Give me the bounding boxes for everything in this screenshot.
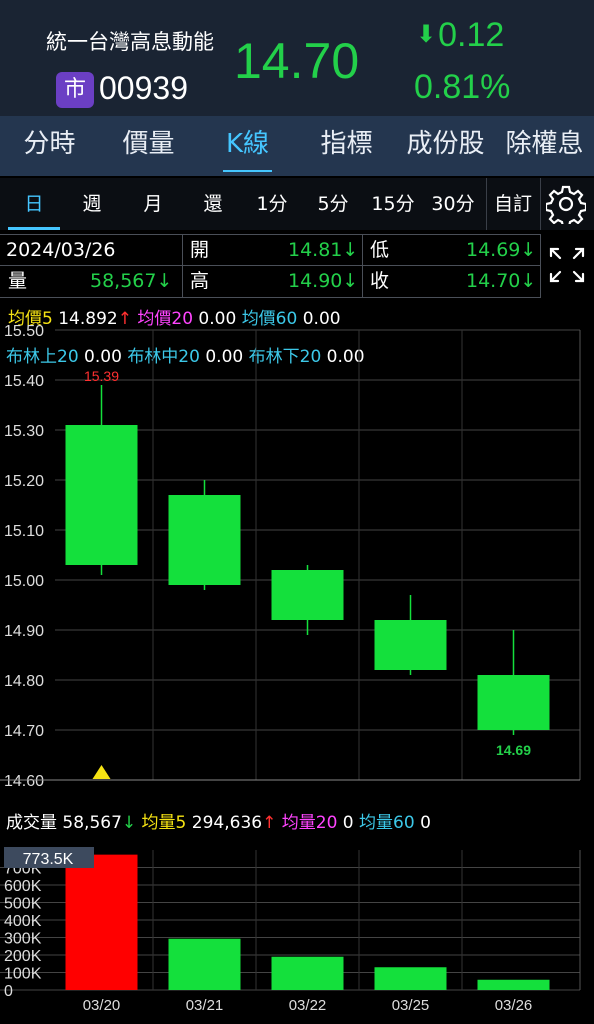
tab-kline[interactable]: K線 <box>198 116 297 176</box>
info-low-value: 14.69↓ <box>466 239 537 261</box>
candle-body <box>271 570 344 620</box>
vol-arrow: ↓ <box>121 813 137 833</box>
volume-bar <box>477 979 550 990</box>
y-tick-label: 0 <box>4 983 13 1000</box>
mv60-label: 均量60 <box>359 813 415 833</box>
volume-chart[interactable]: 700K600K500K400K300K200K100K003/20 03/21 0… <box>0 836 594 1024</box>
mv20-value: 0 <box>342 813 354 833</box>
expand-icon[interactable] <box>548 246 586 284</box>
divider <box>486 178 487 230</box>
tab-constituents[interactable]: 成份股 <box>396 116 495 176</box>
y-tick-label: 600K <box>4 878 42 895</box>
candle-body <box>65 425 138 565</box>
y-tick-label: 14.70 <box>4 723 44 740</box>
period-month[interactable]: 月 <box>127 178 179 230</box>
marker-triangle-icon <box>92 765 111 779</box>
period-1min[interactable]: 1分 <box>246 178 298 230</box>
info-volume-value: 58,567↓ <box>90 270 173 292</box>
divider <box>362 234 363 298</box>
mv60-value: 0 <box>420 813 431 833</box>
price-change: ⬇0.12 <box>416 16 504 55</box>
volume-bar <box>374 967 447 990</box>
stock-code: 00939 <box>99 70 188 106</box>
y-tick-label: 400K <box>4 913 42 930</box>
mv5-arrow: ↑ <box>262 813 277 833</box>
main-tabs: 分時 價量 K線 指標 成份股 除權息 <box>0 116 594 176</box>
min-price-label: 14.69 <box>496 742 531 758</box>
period-week[interactable]: 週 <box>66 178 118 230</box>
tab-indicators[interactable]: 指標 <box>297 116 396 176</box>
candlestick-chart[interactable]: 15.50 15.40 15.30 15.20 15.10 15.00 14.90 14.80… <box>0 300 594 790</box>
period-30min[interactable]: 30分 <box>426 178 480 230</box>
x-tick-label: 03/22 <box>289 997 327 1014</box>
info-close-label: 收 <box>370 270 390 292</box>
tab-dividends[interactable]: 除權息 <box>495 116 594 176</box>
y-tick-label: 300K <box>4 931 42 948</box>
period-adjusted[interactable]: 還 <box>187 178 239 230</box>
change-value: 0.12 <box>438 16 505 54</box>
period-15min[interactable]: 15分 <box>366 178 420 230</box>
period-custom[interactable]: 自訂 <box>488 178 538 230</box>
quote-header: 統一台灣高息動能 市 00939 14.70 ⬇0.12 0.81% <box>0 0 594 116</box>
info-high-value: 14.90↓ <box>288 270 359 292</box>
info-open-value: 14.81↓ <box>288 239 359 261</box>
y-tick-label: 15.10 <box>4 523 44 540</box>
tab-price-volume[interactable]: 價量 <box>99 116 198 176</box>
mv5-label: 均量5 <box>141 813 187 833</box>
period-bar: 日 週 月 還 1分 5分 15分 30分 自訂 <box>0 178 594 230</box>
volume-bar <box>271 956 344 990</box>
candle-body <box>168 495 241 585</box>
mv20-label: 均量20 <box>281 813 338 833</box>
stock-name: 統一台灣高息動能 <box>46 30 214 54</box>
down-arrow-icon: ⬇ <box>416 21 437 48</box>
current-price: 14.70 <box>234 33 360 89</box>
max-price-label: 15.39 <box>84 368 119 384</box>
volume-bar <box>65 854 138 990</box>
candle-body <box>477 675 550 730</box>
vol-value: 58,567 <box>62 813 122 833</box>
info-volume-label: 量 <box>8 270 28 292</box>
max-volume-label: 773.5K <box>23 851 74 868</box>
volume-bar <box>168 938 241 990</box>
y-tick-label: 15.40 <box>4 373 44 390</box>
change-percent: 0.81% <box>414 68 511 106</box>
x-tick-label: 03/21 <box>186 997 224 1014</box>
mv5-value: 294,636 <box>191 813 263 833</box>
divider <box>0 297 540 298</box>
info-close-value: 14.70↓ <box>466 270 537 292</box>
x-tick-label: 03/20 <box>83 997 121 1014</box>
period-5min[interactable]: 5分 <box>306 178 360 230</box>
y-tick-label: 14.90 <box>4 623 44 640</box>
period-active-indicator <box>8 227 60 230</box>
period-day[interactable]: 日 <box>8 178 60 230</box>
vol-label: 成交量 <box>6 813 57 833</box>
y-tick-label: 15.50 <box>4 323 44 340</box>
divider <box>540 178 541 230</box>
divider <box>182 234 183 298</box>
volume-legend: 成交量 58,567↓ 均量5 294,636↑ 均量20 0 均量60 0 <box>6 808 431 833</box>
gear-icon[interactable] <box>546 184 586 224</box>
y-tick-label: 200K <box>4 948 42 965</box>
y-tick-label: 14.60 <box>4 773 44 790</box>
info-high-label: 高 <box>190 270 210 292</box>
y-tick-label: 15.00 <box>4 573 44 590</box>
y-tick-label: 15.30 <box>4 423 44 440</box>
y-tick-label: 100K <box>4 966 42 983</box>
candle-body <box>374 620 447 670</box>
divider <box>540 234 541 298</box>
y-tick-label: 15.20 <box>4 473 44 490</box>
x-tick-label: 03/25 <box>392 997 430 1014</box>
tab-intraday[interactable]: 分時 <box>0 116 99 176</box>
info-low-label: 低 <box>370 239 390 261</box>
y-tick-label: 14.80 <box>4 673 44 690</box>
info-date: 2024/03/26 <box>6 239 116 261</box>
x-tick-label: 03/26 <box>495 997 533 1014</box>
info-open-label: 開 <box>190 239 210 261</box>
y-tick-label: 500K <box>4 896 42 913</box>
market-badge: 市 <box>56 72 94 108</box>
